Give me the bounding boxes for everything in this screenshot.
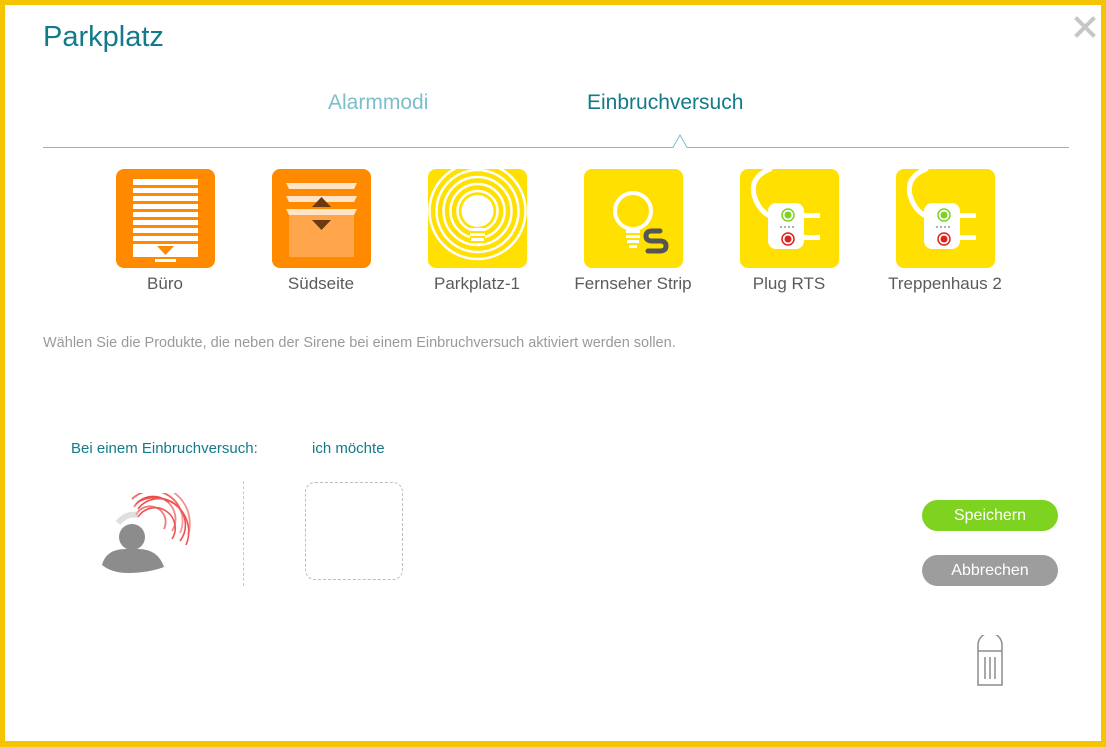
- plug-icon: [739, 169, 839, 268]
- trash-icon[interactable]: [973, 635, 1007, 687]
- light-bulb-icon: [427, 169, 527, 268]
- close-icon[interactable]: [1073, 15, 1097, 39]
- plug-icon: [895, 169, 995, 268]
- blind-down-icon: [115, 169, 215, 268]
- device-fernseher-strip[interactable]: Fernseher Strip: [553, 169, 713, 294]
- device-suedseite[interactable]: Südseite: [241, 169, 401, 294]
- light-strip-icon: [583, 169, 683, 268]
- tab-alarmmodi[interactable]: Alarmmodi: [328, 91, 428, 115]
- device-label: Südseite: [287, 274, 355, 293]
- scenario-dialog: Parkplatz Alarmmodi Einbruchversuch Büro…: [5, 5, 1101, 741]
- action-label: ich möchte: [312, 440, 385, 457]
- device-plug-rts[interactable]: Plug RTS: [709, 169, 869, 294]
- device-label: Parkplatz-1: [434, 274, 520, 293]
- save-button[interactable]: Speichern: [922, 500, 1058, 531]
- tab-indicator-line: [43, 133, 1069, 148]
- cancel-button[interactable]: Abbrechen: [922, 555, 1058, 586]
- device-label: Plug RTS: [752, 274, 826, 293]
- device-label: Fernseher Strip: [574, 274, 692, 293]
- device-parkplatz-1[interactable]: Parkplatz-1: [397, 169, 557, 294]
- dialog-title: Parkplatz: [43, 21, 164, 53]
- device-label: Büro: [147, 274, 183, 293]
- column-divider: [243, 481, 244, 586]
- intrusion-siren-icon: [102, 493, 191, 573]
- device-label: Treppenhaus 2: [888, 274, 1002, 293]
- trigger-label: Bei einem Einbruchversuch:: [71, 440, 258, 457]
- blind-up-down-icon: [271, 169, 371, 268]
- action-dropzone[interactable]: [305, 482, 403, 580]
- device-treppenhaus-2[interactable]: Treppenhaus 2: [865, 169, 1025, 294]
- device-bueroo[interactable]: Büro: [85, 169, 245, 294]
- tab-einbruchversuch[interactable]: Einbruchversuch: [587, 91, 743, 115]
- instruction-text: Wählen Sie die Produkte, die neben der S…: [43, 335, 676, 351]
